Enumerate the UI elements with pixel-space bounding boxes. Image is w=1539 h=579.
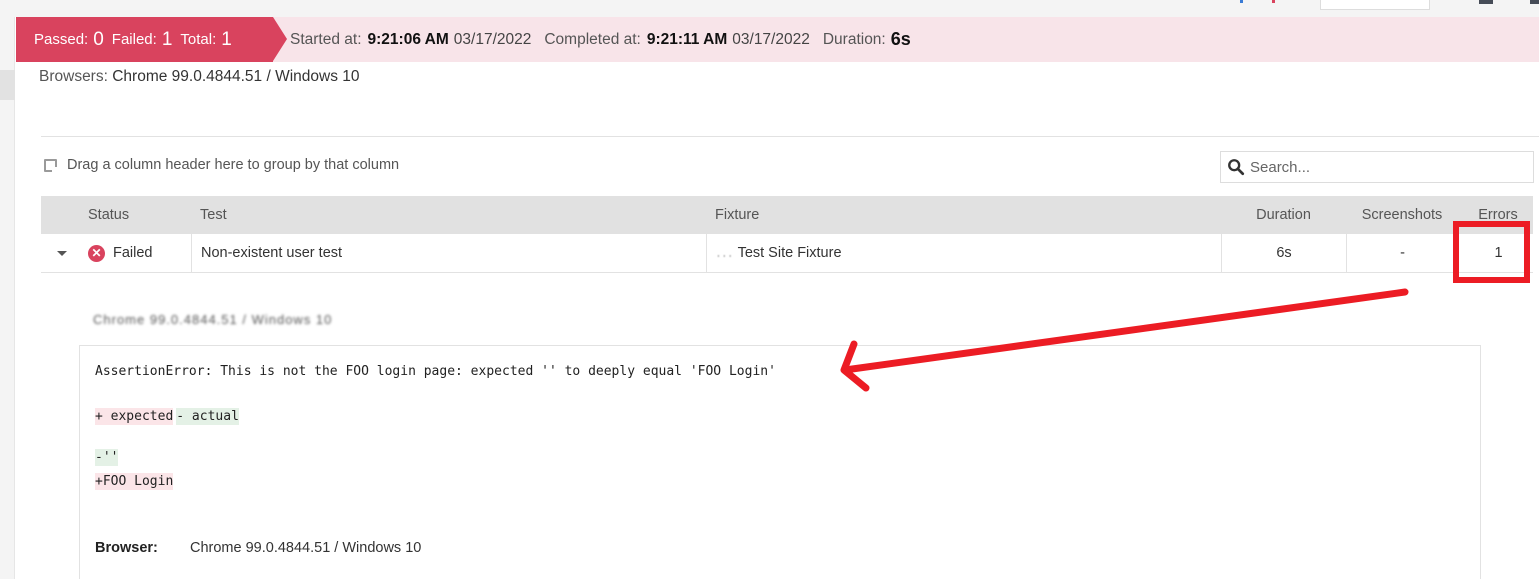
search-icon (1228, 159, 1245, 176)
fixture-cell: ․․․ Test Site Fixture (706, 234, 1221, 272)
toolbar-icon-red[interactable] (1272, 0, 1275, 3)
header-expand-column (41, 196, 81, 234)
summary-banner: Passed: 0 Failed: 1 Total: 1 Started at:… (16, 17, 1539, 62)
group-panel-hint: Drag a column header here to group by th… (67, 157, 400, 173)
toolbar-menu-icon[interactable] (1530, 0, 1539, 4)
sidebar-selected-item[interactable] (0, 70, 15, 100)
passed-label: Passed: (34, 31, 89, 48)
chevron-down-icon (57, 250, 67, 256)
legend-actual: - actual (176, 408, 239, 425)
fixture-redacted-prefix: ․․․ (716, 245, 734, 261)
top-toolbar-strip (0, 0, 1539, 17)
browsers-value: Chrome 99.0.4844.51 / Windows 10 (112, 68, 360, 85)
errors-cell: 1 (1458, 234, 1533, 272)
started-time: 9:21:06 AM (367, 30, 449, 48)
run-timing: Started at: 9:21:06 AM 03/17/2022 Comple… (290, 17, 911, 62)
detail-browser-label: Browser: (95, 540, 158, 556)
column-header-fixture[interactable]: Fixture (706, 196, 1221, 234)
search-box[interactable] (1220, 151, 1534, 183)
started-label: Started at: (290, 30, 362, 48)
browsers-info: Browsers: Chrome 99.0.4844.51 / Windows … (39, 68, 360, 86)
browsers-label: Browsers: (39, 68, 108, 85)
passed-count: 0 (93, 28, 104, 50)
column-header-status[interactable]: Status (81, 196, 191, 234)
duration-cell: 6s (1221, 234, 1346, 272)
test-cell: Non-existent user test (191, 234, 706, 272)
counts-chevron (273, 17, 287, 61)
failed-x-icon: ✕ (88, 244, 105, 262)
started-date: 03/17/2022 (453, 30, 532, 48)
detail-browser-header-redacted: Chrome 99.0.4844.51 / Windows 10 (93, 312, 333, 327)
group-panel[interactable]: Drag a column header here to group by th… (44, 157, 399, 173)
diff-line-removed: -'' (95, 449, 119, 466)
table-row[interactable]: ✕ Failed Non-existent user test ․․․ Test… (41, 234, 1533, 273)
diff-line-added: +FOO Login (95, 473, 174, 490)
error-message: AssertionError: This is not the FOO logi… (95, 364, 776, 379)
column-header-errors[interactable]: Errors (1458, 196, 1533, 234)
fixture-name: Test Site Fixture (737, 245, 842, 261)
detail-browser-value: Chrome 99.0.4844.51 / Windows 10 (190, 540, 422, 556)
duration-value: 6s (890, 29, 911, 49)
failed-count: 1 (161, 28, 173, 50)
diff-added-text: +FOO Login (95, 473, 174, 490)
grid-header: Status Test Fixture Duration Screenshots… (41, 196, 1533, 234)
divider (41, 136, 1539, 137)
detail-browser-row: Browser: Chrome 99.0.4844.51 / Windows 1… (95, 540, 421, 556)
diff-legend: + expected - actual (95, 408, 239, 425)
screenshots-cell: - (1346, 234, 1458, 272)
completed-label: Completed at: (544, 30, 641, 48)
search-input[interactable] (1250, 158, 1520, 176)
toolbar-save-icon[interactable] (1479, 0, 1493, 4)
toolbar-input[interactable] (1320, 0, 1430, 10)
diff-removed-text: -'' (95, 449, 119, 466)
total-label: Total: (180, 31, 217, 48)
column-header-duration[interactable]: Duration (1221, 196, 1346, 234)
duration-label: Duration: (822, 30, 886, 48)
completed-date: 03/17/2022 (732, 30, 810, 48)
completed-time: 9:21:11 AM (646, 30, 728, 48)
row-expand-toggle[interactable] (41, 234, 81, 272)
total-count: 1 (221, 28, 232, 50)
column-header-screenshots[interactable]: Screenshots (1346, 196, 1458, 234)
failed-label: Failed: (111, 31, 157, 48)
result-counts: Passed: 0 Failed: 1 Total: 1 (16, 17, 273, 62)
status-cell: ✕ Failed (81, 234, 191, 272)
column-header-test[interactable]: Test (191, 196, 706, 234)
results-grid: Status Test Fixture Duration Screenshots… (41, 196, 1533, 273)
group-by-icon (44, 158, 58, 173)
status-text: Failed (113, 245, 153, 261)
legend-expected: + expected (95, 408, 174, 425)
error-detail-panel: AssertionError: This is not the FOO logi… (79, 345, 1481, 579)
toolbar-icon-blue[interactable] (1240, 0, 1243, 3)
left-sidebar (0, 17, 15, 579)
